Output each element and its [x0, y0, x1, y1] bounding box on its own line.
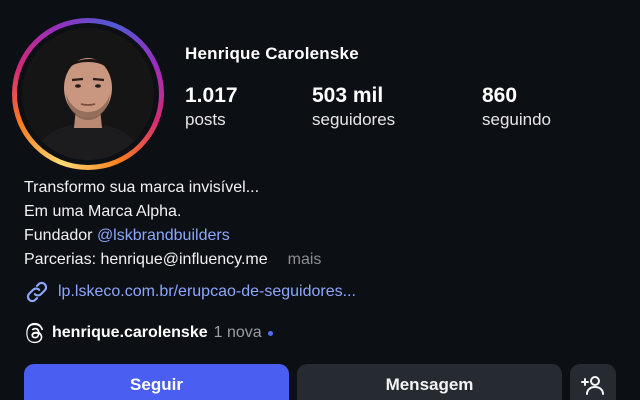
add-user-icon	[581, 376, 604, 395]
bio-line-3: Fundador @lskbrandbuilders	[24, 224, 321, 248]
following-count: 860	[482, 84, 518, 107]
following-label: seguindo	[482, 110, 552, 129]
threads-badge[interactable]: henrique.carolenske 1 nova	[24, 322, 273, 344]
followers-stat[interactable]: 503 mil seguidores	[312, 84, 395, 132]
avatar-photo	[22, 28, 154, 160]
external-link[interactable]: lp.lskeco.com.br/erupcao-de-seguidores..…	[24, 279, 356, 305]
bio-founder-label: Fundador	[24, 227, 97, 244]
posts-label: posts	[185, 110, 226, 129]
followers-label: seguidores	[312, 110, 396, 129]
bio-line-1: Transformo sua marca invisível...	[24, 179, 260, 196]
profile-page: Henrique Carolenske 1.017 posts 503 mil …	[0, 0, 640, 400]
message-button[interactable]: Mensagem	[297, 364, 562, 400]
story-ring[interactable]	[12, 18, 164, 170]
more-button[interactable]: mais	[288, 251, 322, 268]
posts-stat[interactable]: 1.017 posts	[185, 84, 238, 132]
link-icon	[26, 281, 48, 303]
bio: Transformo sua marca invisível... Em uma…	[24, 176, 321, 272]
threads-new-count: 1 nova	[213, 324, 262, 341]
avatar[interactable]	[22, 28, 154, 160]
posts-count: 1.017	[185, 84, 238, 107]
follow-button[interactable]: Seguir	[24, 364, 289, 400]
bio-line-2: Em uma Marca Alpha.	[24, 203, 182, 220]
threads-handle: henrique.carolenske	[52, 324, 208, 341]
suggested-users-button[interactable]	[570, 364, 616, 400]
following-stat[interactable]: 860 seguindo	[482, 84, 551, 132]
mention-link[interactable]: @lskbrandbuilders	[97, 227, 230, 244]
followers-count: 503 mil	[312, 84, 384, 107]
external-link-text: lp.lskeco.com.br/erupcao-de-seguidores..…	[58, 283, 356, 300]
threads-icon	[26, 322, 44, 344]
new-indicator-dot	[267, 330, 273, 336]
profile-name: Henrique Carolenske	[185, 44, 359, 63]
bio-line-4: Parcerias: henrique@influency.me mais	[24, 248, 321, 272]
bio-partnerships: Parcerias: henrique@influency.me	[24, 251, 268, 268]
